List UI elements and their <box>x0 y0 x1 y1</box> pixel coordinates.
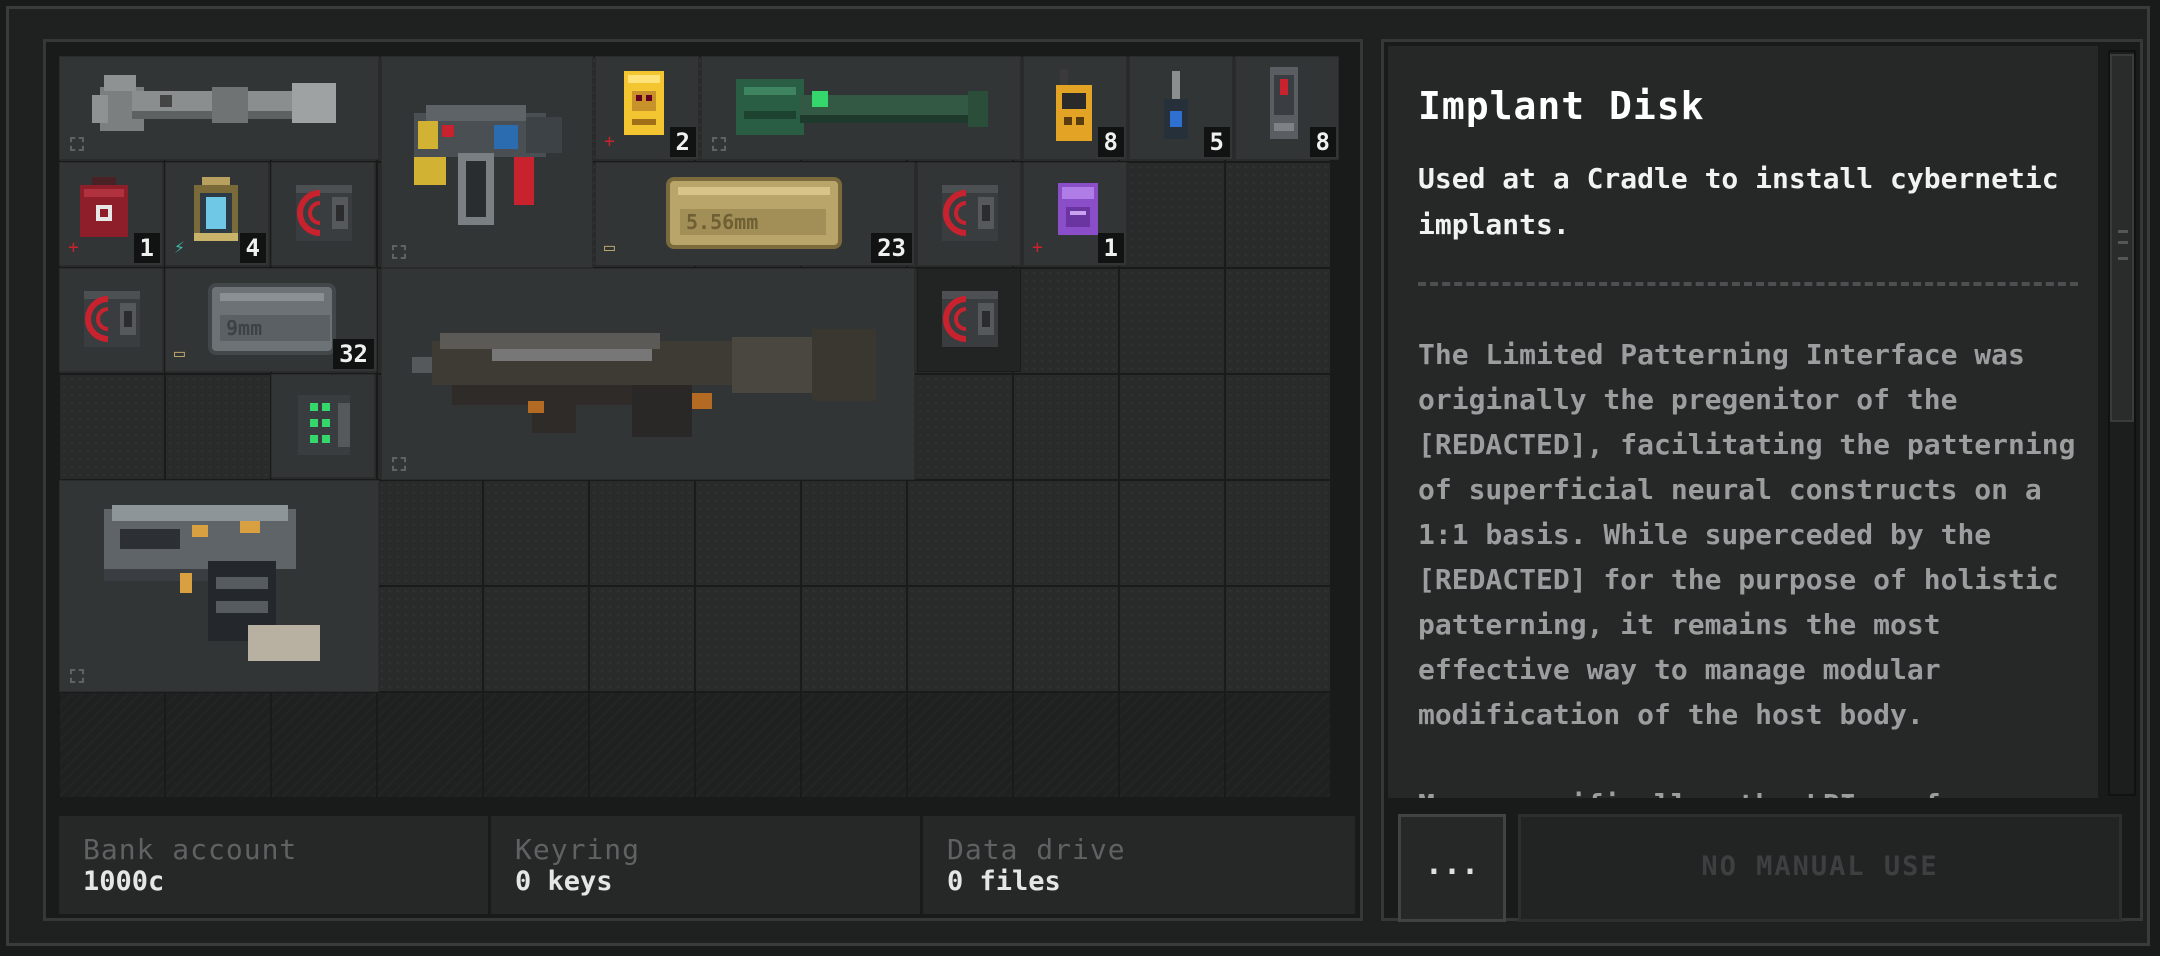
inventory-footer: Bank account 1000c Keyring 0 keys Data d… <box>59 816 1355 914</box>
expand-icon <box>70 669 84 683</box>
item-silver-pistol[interactable] <box>59 480 379 692</box>
plasma-pistol-icon <box>414 105 562 225</box>
item-implant-disk-selected[interactable] <box>917 268 1021 372</box>
plus-icon: + <box>68 237 79 258</box>
action-bar: ... NO MANUAL USE <box>1388 804 2138 922</box>
item-green-flashlight[interactable] <box>701 56 1021 160</box>
bank-account-value: 1000c <box>83 866 165 897</box>
item-assault-rifle[interactable] <box>381 268 915 480</box>
scrollbar-thumb[interactable] <box>2110 54 2134 422</box>
item-implant-disk[interactable] <box>59 268 163 372</box>
item-short-description: Used at a Cradle to install cybernetic i… <box>1418 162 2059 241</box>
inventory-window: + 2 8 5 8 + 1 ⚡ 4 5.56mm ▭ 23 + 1 9mm ▭ … <box>6 6 2150 946</box>
canister-icon <box>1270 67 1298 139</box>
ammo-caliber-label: 5.56mm <box>680 209 826 235</box>
implant-disk-icon <box>942 185 998 241</box>
purple-chip-icon <box>1058 183 1098 235</box>
item-quantity: 1 <box>133 233 160 263</box>
item-walkie-talkie[interactable]: 8 <box>1023 56 1127 160</box>
data-drive-label: Data drive <box>947 833 1126 866</box>
item-medkit[interactable]: + 1 <box>59 162 163 266</box>
keyring-label: Keyring <box>515 833 641 866</box>
divider <box>1418 282 2078 286</box>
expand-icon <box>70 137 84 151</box>
item-ammo-556[interactable]: 5.56mm ▭ 23 <box>595 162 915 266</box>
item-wrench[interactable] <box>59 56 379 160</box>
item-lore-more: More specifically, the LPI performs a <box>1418 782 2078 798</box>
ammo-box-icon: 5.56mm <box>666 177 842 249</box>
item-yellow-card[interactable]: + 2 <box>595 56 699 160</box>
inventory-panel: + 2 8 5 8 + 1 ⚡ 4 5.56mm ▭ 23 + 1 9mm ▭ … <box>43 39 1363 921</box>
green-module-icon <box>298 395 350 455</box>
bank-account-label: Bank account <box>83 833 298 866</box>
item-green-module[interactable] <box>271 374 375 478</box>
item-blue-stick[interactable]: 5 <box>1129 56 1233 160</box>
description-scrollbar[interactable] <box>2104 46 2136 798</box>
wrench-icon <box>92 75 336 131</box>
blue-stick-icon <box>1164 71 1188 139</box>
use-button[interactable]: NO MANUAL USE <box>1518 814 2122 922</box>
implant-disk-icon <box>296 185 352 241</box>
ammo-tag-icon: ▭ <box>604 237 615 258</box>
expand-icon <box>712 137 726 151</box>
plus-icon: + <box>1032 237 1043 258</box>
item-battery-cell[interactable]: ⚡ 4 <box>165 162 269 266</box>
item-canister[interactable]: 8 <box>1235 56 1339 160</box>
item-quantity: 4 <box>239 233 266 263</box>
data-drive[interactable]: Data drive 0 files <box>923 816 1355 914</box>
yellow-card-icon <box>624 71 664 135</box>
bank-account: Bank account 1000c <box>59 816 491 914</box>
grip-icon <box>2118 230 2128 260</box>
item-purple-chip[interactable]: + 1 <box>1023 162 1127 266</box>
items-layer: + 2 8 5 8 + 1 ⚡ 4 5.56mm ▭ 23 + 1 9mm ▭ … <box>59 56 1355 812</box>
item-ammo-9mm[interactable]: 9mm ▭ 32 <box>165 268 377 372</box>
item-quantity: 5 <box>1203 127 1230 157</box>
item-quantity: 23 <box>871 233 912 263</box>
more-options-button[interactable]: ... <box>1398 814 1506 922</box>
scrollbar-track[interactable] <box>2108 50 2136 796</box>
item-title: Implant Disk <box>1418 84 1705 128</box>
implant-disk-icon <box>84 291 140 347</box>
bolt-icon: ⚡ <box>174 237 185 258</box>
item-implant-disk[interactable] <box>917 162 1021 266</box>
keyring[interactable]: Keyring 0 keys <box>491 816 923 914</box>
ammo-box-icon: 9mm <box>208 283 336 355</box>
item-implant-disk[interactable] <box>271 162 375 266</box>
flashlight-icon <box>736 79 988 135</box>
item-quantity: 1 <box>1097 233 1124 263</box>
silver-pistol-icon <box>104 505 320 661</box>
item-plasma-pistol[interactable] <box>381 56 593 268</box>
item-quantity: 2 <box>669 127 696 157</box>
item-quantity: 8 <box>1097 127 1124 157</box>
item-lore-text: The Limited Patterning Interface was ori… <box>1418 338 2076 731</box>
assault-rifle-icon <box>412 329 876 437</box>
item-info-panel: Implant Disk Used at a Cradle to install… <box>1381 39 2143 922</box>
item-quantity: 8 <box>1309 127 1336 157</box>
item-quantity: 32 <box>333 339 374 369</box>
expand-icon <box>392 245 406 259</box>
medkit-icon <box>80 177 128 237</box>
walkie-talkie-icon <box>1056 69 1092 141</box>
data-drive-value: 0 files <box>947 866 1061 897</box>
plus-icon: + <box>604 131 615 152</box>
ammo-tag-icon: ▭ <box>174 343 185 364</box>
ammo-caliber-label: 9mm <box>220 315 330 341</box>
keyring-value: 0 keys <box>515 866 613 897</box>
item-lore: The Limited Patterning Interface was ori… <box>1418 332 2078 798</box>
item-description-area[interactable]: Implant Disk Used at a Cradle to install… <box>1388 46 2098 798</box>
implant-disk-icon <box>942 291 998 347</box>
expand-icon <box>392 457 406 471</box>
battery-icon <box>194 177 238 241</box>
